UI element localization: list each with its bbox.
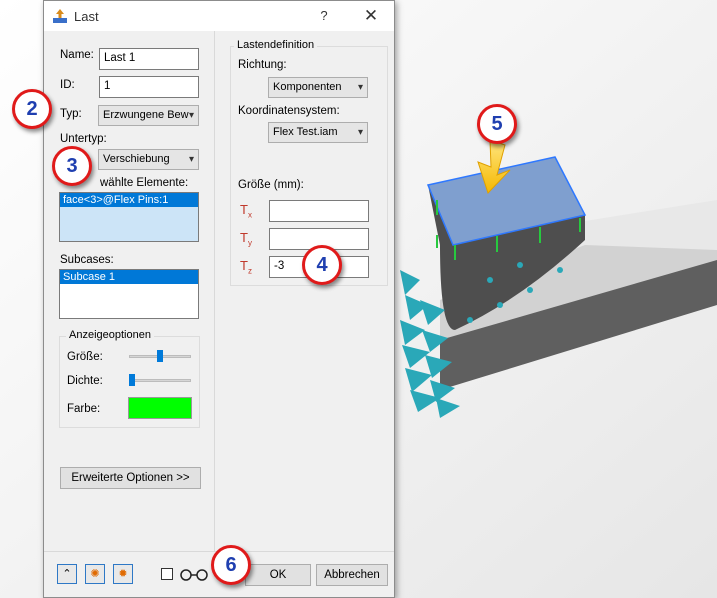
size-label: Größe: [67, 351, 103, 363]
close-icon[interactable]: ✕ [361, 6, 381, 26]
color-label: Farbe: [67, 403, 101, 415]
direction-dropdown[interactable]: Komponenten ▾ [268, 77, 368, 98]
direction-label: Richtung: [238, 59, 287, 71]
subcases-list[interactable]: Subcase 1 [59, 269, 199, 319]
chevron-down-icon: ▾ [188, 154, 194, 165]
pane-splitter[interactable] [214, 31, 215, 551]
typ-value: Erzwungene Bew [103, 109, 189, 121]
name-label: Name: [60, 49, 94, 61]
star-burst-icon[interactable]: ✺ [85, 564, 105, 584]
size-slider-thumb[interactable] [157, 350, 163, 362]
id-input[interactable]: 1 [99, 76, 199, 98]
callout-4: 4 [302, 245, 342, 285]
star-burst-alt-icon[interactable]: ✹ [113, 564, 133, 584]
selected-elements-label: wählte Elemente: [100, 177, 189, 189]
callout-5: 5 [477, 104, 517, 144]
dialog-title: Last [74, 9, 99, 24]
glasses-icon [180, 569, 208, 581]
coord-system-value: Flex Test.iam [273, 126, 338, 138]
color-swatch[interactable] [128, 397, 192, 419]
direction-value: Komponenten [273, 81, 342, 93]
selected-elements-list[interactable]: face<3>@Flex Pins:1 [59, 192, 199, 242]
callout-6: 6 [211, 545, 251, 585]
callout-3: 3 [52, 146, 92, 186]
list-item[interactable]: face<3>@Flex Pins:1 [60, 193, 198, 207]
untertyp-dropdown[interactable]: Verschiebung ▾ [98, 149, 199, 170]
help-button[interactable]: ? [314, 6, 334, 26]
subcases-label: Subcases: [60, 254, 114, 266]
ty-label: Ty [240, 230, 252, 248]
density-slider-track[interactable] [129, 379, 191, 382]
magnitude-label: Größe (mm): [238, 179, 304, 191]
load-app-icon [53, 9, 67, 23]
tz-label: Tz [240, 258, 252, 276]
typ-label: Typ: [60, 108, 82, 120]
display-options-title: Anzeigeoptionen [66, 329, 154, 341]
preview-checkbox[interactable] [161, 568, 173, 580]
cancel-button[interactable]: Abbrechen [316, 564, 388, 586]
density-slider-thumb[interactable] [129, 374, 135, 386]
untertyp-label: Untertyp: [60, 133, 107, 145]
callout-2: 2 [12, 89, 52, 129]
title-bar: Last ? ✕ [44, 1, 394, 31]
load-dialog: Last ? ✕ Name: Last 1 ID: 1 Typ: Erzwung… [43, 0, 395, 598]
tx-label: Tx [240, 202, 252, 220]
tx-input[interactable] [269, 200, 369, 222]
coord-system-label: Koordinatensystem: [238, 105, 340, 117]
id-label: ID: [60, 79, 75, 91]
chevron-down-icon: ▾ [188, 110, 194, 121]
chevron-down-icon: ▾ [357, 82, 363, 93]
collapse-icon[interactable]: ⌃ [57, 564, 77, 584]
chevron-down-icon: ▾ [357, 127, 363, 138]
coord-system-dropdown[interactable]: Flex Test.iam ▾ [268, 122, 368, 143]
advanced-options-button[interactable]: Erweiterte Optionen >> [60, 467, 201, 489]
load-definition-title: Lastendefinition [234, 39, 318, 51]
name-input[interactable]: Last 1 [99, 48, 199, 70]
density-label: Dichte: [67, 375, 103, 387]
untertyp-value: Verschiebung [103, 153, 170, 165]
list-item[interactable]: Subcase 1 [60, 270, 198, 284]
typ-dropdown[interactable]: Erzwungene Bew ▾ [98, 105, 199, 126]
ok-button[interactable]: OK [245, 564, 311, 586]
